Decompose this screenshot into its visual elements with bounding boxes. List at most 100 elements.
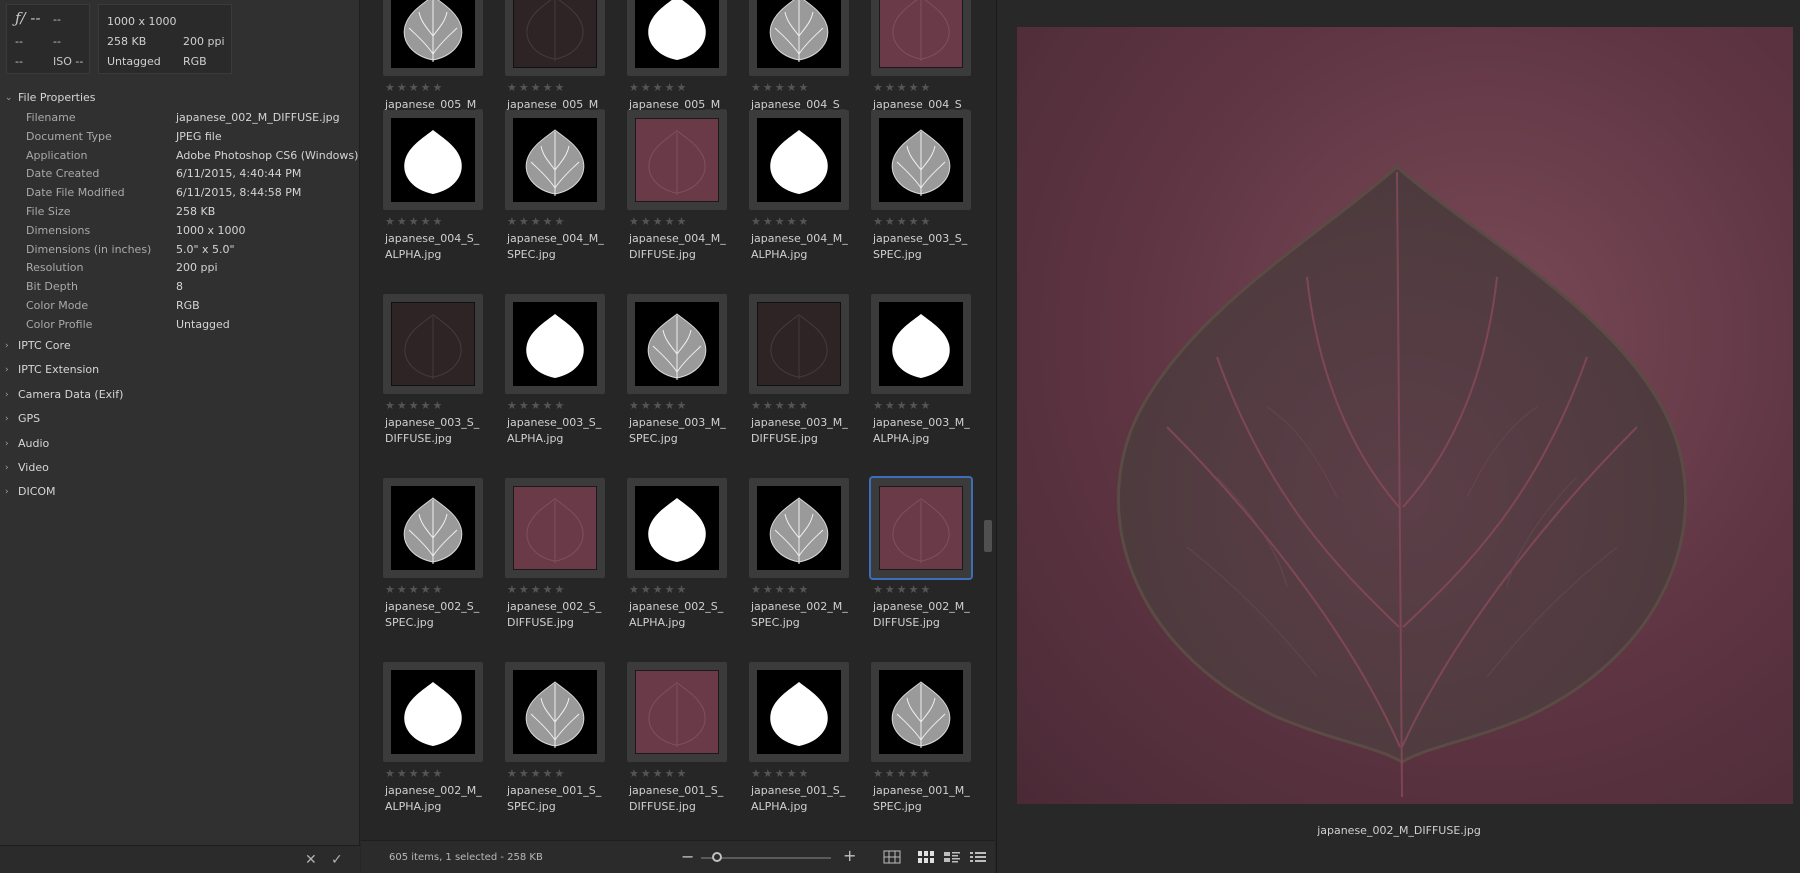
- thumbnail-filename[interactable]: japanese_003_S_DIFFUSE.jpg: [385, 415, 483, 447]
- rating-stars[interactable]: ★★★★★: [873, 767, 932, 780]
- thumbnail-frame[interactable]: [505, 478, 605, 578]
- thumbnail-view-icon[interactable]: [917, 850, 935, 864]
- thumbnail-item[interactable]: ★★★★★ japanese_002_S_SPEC.jpg: [369, 478, 483, 658]
- zoom-in-button[interactable]: +: [843, 846, 856, 865]
- rating-stars[interactable]: ★★★★★: [751, 81, 810, 94]
- section-header[interactable]: › Camera Data (Exif): [0, 384, 360, 406]
- thumbnail-filename[interactable]: japanese_002_S_DIFFUSE.jpg: [507, 599, 605, 631]
- thumbnail-filename[interactable]: japanese_002_M_DIFFUSE.jpg: [873, 599, 971, 631]
- thumbnail-frame[interactable]: [627, 0, 727, 76]
- thumbnail-frame[interactable]: [383, 662, 483, 762]
- thumbnail-frame[interactable]: [505, 0, 605, 76]
- thumbnail-item[interactable]: ★★★★★ japanese_003_S_ALPHA.jpg: [491, 294, 605, 474]
- thumbnail-item[interactable]: ★★★★★ japanese_002_M_ALPHA.jpg: [369, 662, 483, 838]
- thumbnail-filename[interactable]: japanese_004_M_ALPHA.jpg: [751, 231, 849, 263]
- thumbnail-filename[interactable]: japanese_002_M_SPEC.jpg: [751, 599, 849, 631]
- rating-stars[interactable]: ★★★★★: [385, 583, 444, 596]
- thumbnail-item[interactable]: ★★★★★ japanese_001_S_DIFFUSE.jpg: [613, 662, 727, 838]
- thumbnail-frame[interactable]: [749, 294, 849, 394]
- thumbnail-item[interactable]: ★★★★★ japanese_003_M_ALPHA.jpg: [857, 294, 971, 474]
- thumbnail-filename[interactable]: japanese_003_M_ALPHA.jpg: [873, 415, 971, 447]
- rating-stars[interactable]: ★★★★★: [507, 81, 566, 94]
- slider-knob[interactable]: [711, 852, 722, 862]
- thumbnail-filename[interactable]: japanese_001_S_ALPHA.jpg: [751, 783, 849, 815]
- section-header[interactable]: › IPTC Extension: [0, 359, 360, 381]
- thumbnail-frame[interactable]: [627, 478, 727, 578]
- thumbnail-frame[interactable]: [871, 294, 971, 394]
- thumbnail-item[interactable]: ★★★★★ japanese_003_M_SPEC.jpg: [613, 294, 727, 474]
- thumbnail-filename[interactable]: japanese_002_S_ALPHA.jpg: [629, 599, 727, 631]
- thumbnail-filename[interactable]: japanese_004_S_ALPHA.jpg: [385, 231, 483, 263]
- section-header[interactable]: › GPS: [0, 408, 360, 430]
- thumbnail-item[interactable]: ★★★★★ japanese_004_M_ALPHA.jpg: [735, 110, 849, 290]
- thumbnail-frame[interactable]: [869, 476, 973, 580]
- rating-stars[interactable]: ★★★★★: [629, 215, 688, 228]
- rating-stars[interactable]: ★★★★★: [507, 215, 566, 228]
- thumbnail-item[interactable]: ★★★★★ japanese_002_S_ALPHA.jpg: [613, 478, 727, 658]
- thumbnail-frame[interactable]: [627, 662, 727, 762]
- thumbnail-frame[interactable]: [749, 478, 849, 578]
- zoom-out-button[interactable]: −: [681, 847, 694, 866]
- thumbnail-item[interactable]: ★★★★★ japanese_003_S_SPEC.jpg: [857, 110, 971, 290]
- thumbnail-frame[interactable]: [749, 0, 849, 76]
- rating-stars[interactable]: ★★★★★: [873, 215, 932, 228]
- thumbnail-filename[interactable]: japanese_004_M_SPEC.jpg: [507, 231, 605, 263]
- thumbnail-frame[interactable]: [749, 662, 849, 762]
- thumbnail-filename[interactable]: japanese_002_S_SPEC.jpg: [385, 599, 483, 631]
- thumbnail-item[interactable]: ★★★★★ japanese_001_S_ALPHA.jpg: [735, 662, 849, 838]
- thumbnail-frame[interactable]: [383, 110, 483, 210]
- rating-stars[interactable]: ★★★★★: [873, 399, 932, 412]
- section-header[interactable]: › DICOM: [0, 481, 360, 503]
- rating-stars[interactable]: ★★★★★: [751, 399, 810, 412]
- thumbnail-filename[interactable]: japanese_003_S_SPEC.jpg: [873, 231, 971, 263]
- rating-stars[interactable]: ★★★★★: [751, 767, 810, 780]
- thumbnail-item[interactable]: ★★★★★ japanese_003_M_DIFFUSE.jpg: [735, 294, 849, 474]
- rating-stars[interactable]: ★★★★★: [385, 399, 444, 412]
- thumbnail-filename[interactable]: japanese_001_S_SPEC.jpg: [507, 783, 605, 815]
- thumbnail-item[interactable]: ★★★★★ japanese_004_M_SPEC.jpg: [491, 110, 605, 290]
- apply-button[interactable]: ✓: [331, 852, 343, 868]
- cancel-button[interactable]: ✕: [305, 852, 317, 868]
- thumbnail-filename[interactable]: japanese_003_S_ALPHA.jpg: [507, 415, 605, 447]
- rating-stars[interactable]: ★★★★★: [751, 215, 810, 228]
- thumbnail-frame[interactable]: [505, 110, 605, 210]
- thumbnail-frame[interactable]: [627, 294, 727, 394]
- thumbnail-item[interactable]: ★★★★★ japanese_001_M_SPEC.jpg: [857, 662, 971, 838]
- rating-stars[interactable]: ★★★★★: [385, 767, 444, 780]
- thumbnail-frame[interactable]: [383, 478, 483, 578]
- thumbnail-frame[interactable]: [871, 110, 971, 210]
- section-header[interactable]: › Audio: [0, 433, 360, 455]
- preview-image[interactable]: [1017, 27, 1793, 804]
- rating-stars[interactable]: ★★★★★: [385, 81, 444, 94]
- thumbnail-frame[interactable]: [871, 0, 971, 76]
- details-view-icon[interactable]: [943, 850, 961, 864]
- thumbnail-frame[interactable]: [383, 0, 483, 76]
- scrollbar-thumb[interactable]: [984, 520, 992, 552]
- thumbnail-item[interactable]: ★★★★★ japanese_002_S_DIFFUSE.jpg: [491, 478, 605, 658]
- thumbnail-frame[interactable]: [505, 294, 605, 394]
- section-header[interactable]: › IPTC Core: [0, 335, 360, 357]
- rating-stars[interactable]: ★★★★★: [507, 767, 566, 780]
- thumbnail-filename[interactable]: japanese_001_M_SPEC.jpg: [873, 783, 971, 815]
- thumbnail-item[interactable]: ★★★★★ japanese_004_M_DIFFUSE.jpg: [613, 110, 727, 290]
- thumbnail-filename[interactable]: japanese_003_M_SPEC.jpg: [629, 415, 727, 447]
- thumbnail-filename[interactable]: japanese_003_M_DIFFUSE.jpg: [751, 415, 849, 447]
- thumbnail-item[interactable]: ★★★★★ japanese_001_S_SPEC.jpg: [491, 662, 605, 838]
- grid-lock-icon[interactable]: [883, 850, 901, 864]
- thumbnail-frame[interactable]: [871, 662, 971, 762]
- rating-stars[interactable]: ★★★★★: [629, 399, 688, 412]
- thumbnail-filename[interactable]: japanese_002_M_ALPHA.jpg: [385, 783, 483, 815]
- rating-stars[interactable]: ★★★★★: [507, 399, 566, 412]
- rating-stars[interactable]: ★★★★★: [507, 583, 566, 596]
- thumbnail-item[interactable]: ★★★★★ japanese_003_S_DIFFUSE.jpg: [369, 294, 483, 474]
- section-header[interactable]: › Video: [0, 457, 360, 479]
- thumbnail-filename[interactable]: japanese_001_S_DIFFUSE.jpg: [629, 783, 727, 815]
- rating-stars[interactable]: ★★★★★: [629, 767, 688, 780]
- content-scrollbar[interactable]: [982, 0, 994, 838]
- thumbnail-item[interactable]: ★★★★★ japanese_002_M_SPEC.jpg: [735, 478, 849, 658]
- thumbnail-frame[interactable]: [505, 662, 605, 762]
- thumbnail-item[interactable]: ★★★★★ japanese_002_M_DIFFUSE.jpg: [857, 476, 973, 658]
- rating-stars[interactable]: ★★★★★: [873, 81, 932, 94]
- rating-stars[interactable]: ★★★★★: [629, 583, 688, 596]
- thumbnail-frame[interactable]: [627, 110, 727, 210]
